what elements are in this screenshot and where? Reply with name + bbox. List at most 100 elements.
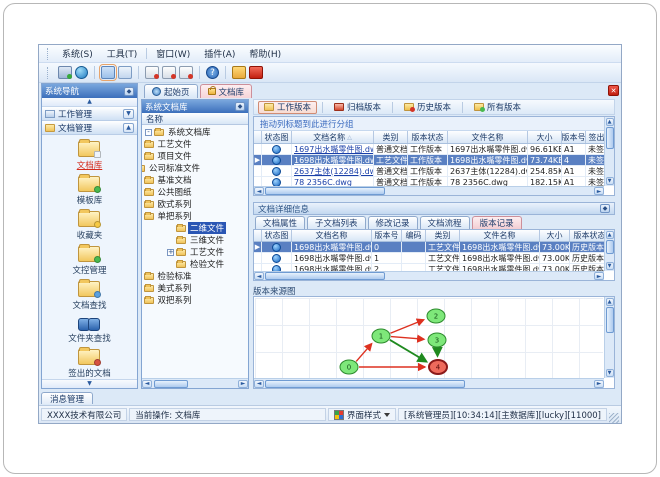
tree-node-selected[interactable]: 二维文件 [142, 222, 227, 234]
tree-column-header[interactable]: 名称 [142, 113, 248, 125]
tab-doc-flow[interactable]: 文档流程 [419, 216, 470, 229]
scroll-right-icon[interactable]: ► [238, 379, 248, 388]
chevron-up-icon[interactable]: ▲ [123, 122, 134, 133]
tree-node[interactable]: 三维文件 [142, 234, 224, 246]
sidebar-item-template-library[interactable]: 模板库 [77, 174, 102, 206]
scroll-down-icon[interactable]: ▼ [605, 177, 614, 185]
menu-tools[interactable]: 工具(T) [100, 45, 145, 62]
menu-plugins[interactable]: 插件(A) [197, 45, 242, 62]
globe-icon[interactable] [75, 66, 88, 79]
col-size[interactable]: 大小 [528, 131, 562, 143]
sidebar-group-document[interactable]: 文档管理 ▲ [42, 121, 137, 135]
resize-grip[interactable] [609, 413, 619, 423]
menu-help[interactable]: 帮助(H) [242, 45, 288, 62]
table-row[interactable]: 78 2356C.dwg 普通文档 工作版本 78 2356C.dwg 182.… [254, 177, 604, 186]
table-row-selected[interactable]: ▶ 1698出水嘴零件图.dwg 0 工艺文件 1698出水嘴零件图.dwg 7… [254, 242, 604, 253]
tree-node[interactable]: -单把系列 [142, 210, 192, 222]
tab-doc-properties[interactable]: 文档属性 [255, 216, 306, 229]
group-by-bar[interactable]: 拖动列标题到此进行分组 [254, 117, 614, 131]
sidebar-item-document-library[interactable]: 文档库 [77, 139, 102, 171]
cell-doc-name[interactable]: 78 2356C.dwg [292, 177, 374, 186]
all-version-button[interactable]: 所有版本 [468, 101, 527, 114]
menu-window[interactable]: 窗口(W) [149, 45, 197, 62]
scroll-down-icon[interactable]: ▼ [605, 262, 614, 270]
sidebar-item-favorites[interactable]: 收藏夹 [77, 209, 102, 241]
sidebar-collapse-strip[interactable]: ▲ [42, 98, 137, 107]
tab-message-management[interactable]: 消息管理 [41, 392, 94, 405]
table-row[interactable]: 2637主体(12284).dwg 普通文档 工作版本 2637主体(12284… [254, 166, 604, 177]
col-doc-name[interactable]: 文档名称 [292, 230, 372, 241]
archive-version-button[interactable]: 归档版本 [328, 101, 387, 114]
table-horizontal-scrollbar[interactable]: ◄ ► [254, 186, 604, 195]
chevron-down-icon[interactable]: ▼ [123, 108, 134, 119]
tree-node[interactable]: + 工艺文件 [142, 246, 224, 258]
tree-node[interactable]: +双把系列 [142, 294, 192, 306]
tree-node[interactable]: +欧式系列 [142, 198, 192, 210]
table-row[interactable]: 1698出水嘴零件图.dwg 1 工艺文件 1698出水嘴零件图.dwg 73.… [254, 253, 604, 264]
menu-system[interactable]: 系统(S) [55, 45, 100, 62]
col-code[interactable]: 编码 [402, 230, 426, 241]
interface-style-dropdown[interactable]: 界面样式 [328, 408, 397, 421]
col-status-icon[interactable]: 状态图 [262, 131, 292, 143]
scrollbar-thumb[interactable] [265, 187, 385, 195]
work-version-button[interactable]: 工作版本 [258, 100, 318, 114]
scrollbar-thumb[interactable] [605, 307, 614, 333]
history-version-button[interactable]: 历史版本 [398, 101, 457, 114]
col-version-no[interactable]: 版本号 [372, 230, 402, 241]
tree-node[interactable]: 检验文件 [142, 258, 224, 270]
scroll-left-icon[interactable]: ◄ [142, 379, 152, 388]
pin-icon[interactable]: ◆ [600, 204, 610, 213]
col-file-name[interactable]: 文件名称 [460, 230, 540, 241]
sidebar-item-doc-search[interactable]: 文档查找 [72, 279, 107, 311]
page-replace-icon[interactable] [162, 66, 176, 79]
sidebar-item-checked-out-docs[interactable]: 签出的文档 [68, 347, 111, 379]
tab-start-page[interactable]: 起始页 [144, 84, 198, 98]
version-node-2[interactable]: 2 [426, 308, 446, 324]
table-horizontal-scrollbar[interactable]: ◄ ► [254, 271, 604, 280]
scrollbar-thumb[interactable] [605, 240, 614, 254]
graph-vertical-scrollbar[interactable]: ▲ ▼ [604, 297, 614, 378]
scrollbar-thumb[interactable] [265, 379, 465, 388]
tree-node[interactable]: 公司标准文件 [142, 162, 200, 174]
tree-node[interactable]: +基准文档 [142, 174, 192, 186]
col-status-icon[interactable]: 状态图 [262, 230, 292, 241]
tree-node[interactable]: +美式系列 [142, 282, 192, 294]
col-category[interactable]: 类别 [426, 230, 460, 241]
scrollbar-thumb[interactable] [154, 379, 188, 388]
exit-icon[interactable] [249, 66, 263, 79]
scroll-up-icon[interactable]: ▲ [605, 231, 614, 239]
tab-document-library[interactable]: 文档库 [199, 84, 253, 98]
tree-node[interactable]: +公共图纸 [142, 186, 192, 198]
scroll-right-icon[interactable]: ► [594, 187, 604, 195]
scroll-up-icon[interactable]: ▲ [605, 298, 614, 306]
scroll-left-icon[interactable]: ◄ [254, 379, 264, 388]
display-settings-icon[interactable] [58, 66, 72, 79]
version-node-3[interactable]: 3 [427, 332, 447, 348]
table-row[interactable]: 1698出水嘴零件图.dwg 2 工艺文件 1698出水嘴零件图.dwg 73.… [254, 264, 604, 271]
close-icon[interactable]: ✕ [608, 85, 619, 96]
tree-node[interactable]: +检验标准 [142, 270, 192, 282]
scrollbar-thumb[interactable] [265, 272, 385, 280]
version-node-1[interactable]: 1 [371, 328, 391, 344]
pin-icon[interactable]: ◆ [124, 86, 134, 96]
table-row[interactable]: 1697出水嘴零件图.dwg 普通文档 工作版本 1697出水嘴零件图.dwg … [254, 144, 604, 155]
tree-horizontal-scrollbar[interactable]: ◄ ► [142, 378, 248, 388]
scroll-left-icon[interactable]: ◄ [254, 272, 264, 280]
graph-horizontal-scrollbar[interactable]: ◄ ► [254, 378, 604, 388]
cell-doc-name[interactable]: 2637主体(12284).dwg [292, 166, 374, 176]
table-row-selected[interactable]: ▶ 1698出水嘴零件图.dwg 工艺文件 工作版本 1698出水嘴零件图.dw… [254, 155, 604, 166]
col-size[interactable]: 大小 [540, 230, 570, 241]
sidebar-item-folder-search[interactable]: 文件夹查找 [68, 316, 111, 344]
document-library-icon[interactable] [99, 64, 117, 81]
col-version-state[interactable]: 版本状态 [570, 230, 605, 241]
tab-modify-records[interactable]: 修改记录 [367, 216, 418, 229]
tab-subdoc-list[interactable]: 子文档列表 [307, 216, 366, 229]
scroll-right-icon[interactable]: ► [594, 272, 604, 280]
pin-icon[interactable]: ◆ [235, 102, 245, 111]
scroll-down-icon[interactable]: ▼ [605, 369, 614, 377]
sidebar-item-doc-control[interactable]: 文控管理 [72, 244, 107, 276]
table-vertical-scrollbar[interactable]: ▲ ▼ [604, 230, 614, 271]
tab-version-records[interactable]: 版本记录 [471, 216, 522, 229]
cell-doc-name[interactable]: 1697出水嘴零件图.dwg [292, 144, 374, 154]
sidebar-group-work[interactable]: 工作管理 ▼ [42, 107, 137, 121]
